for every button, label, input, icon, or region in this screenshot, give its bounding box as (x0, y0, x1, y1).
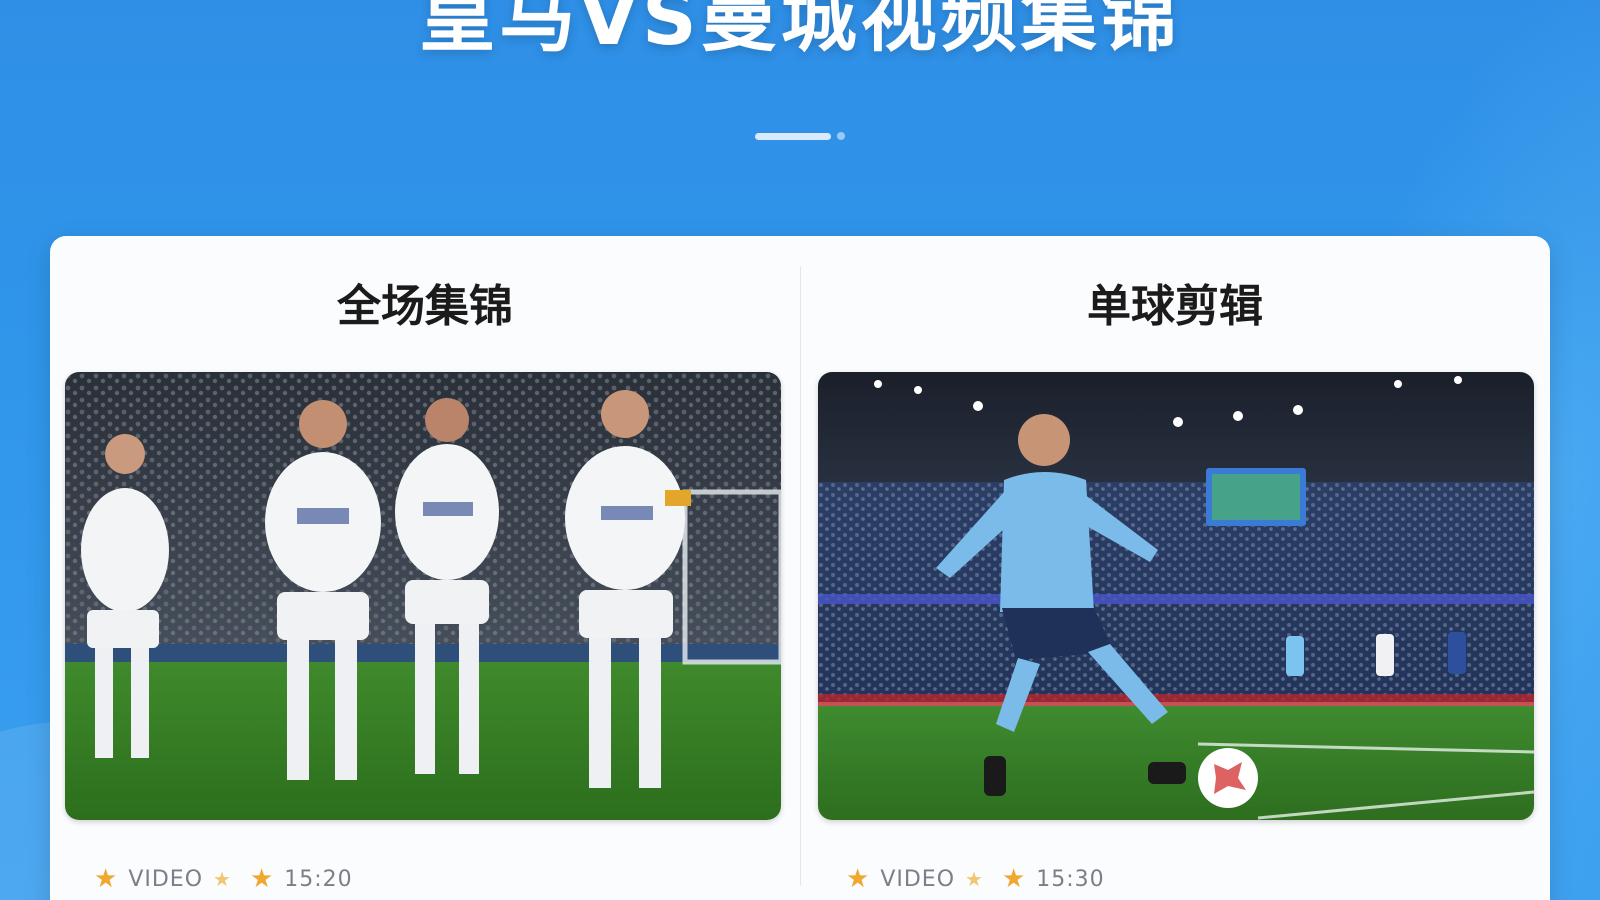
video-thumbnail[interactable] (818, 372, 1534, 820)
video-card-single-goal-clip[interactable]: 单球剪辑 ★ VIDEO ★ ★ 15:30 (800, 236, 1550, 900)
video-meta: ★ VIDEO ★ ★ 15:20 (94, 866, 353, 892)
page-title: 皇马VS曼城视频集锦 (419, 0, 1181, 62)
video-type-label: VIDEO (880, 866, 956, 892)
carousel-pager[interactable] (0, 131, 1600, 141)
star-icon: ★ (94, 864, 119, 894)
video-duration: 15:20 (284, 866, 353, 892)
star-icon: ★ (1001, 864, 1027, 894)
video-card-full-highlights[interactable]: 全场集锦 ★ VIDEO ★ ★ 15:20 (50, 236, 800, 900)
video-thumbnail[interactable] (65, 372, 781, 820)
page: 皇马VS曼城视频集锦 全场集锦 ★ VIDEO ★ ★ 15:20 单球剪辑 ★… (0, 0, 1600, 900)
star-icon: ★ (965, 867, 984, 891)
highlights-panel: 全场集锦 ★ VIDEO ★ ★ 15:20 单球剪辑 ★ VIDEO ★ ★ … (50, 236, 1550, 900)
video-type-label: VIDEO (128, 866, 204, 892)
star-icon: ★ (213, 867, 232, 891)
pager-active-indicator[interactable] (755, 132, 831, 140)
video-duration: 15:30 (1036, 866, 1105, 892)
star-icon: ★ (846, 864, 871, 894)
star-icon: ★ (249, 864, 275, 894)
video-meta: ★ VIDEO ★ ★ 15:30 (846, 866, 1105, 892)
match-photo-real-madrid (65, 372, 781, 820)
match-photo-man-city (818, 372, 1534, 820)
card-title: 单球剪辑 (1087, 281, 1263, 332)
pager-dot[interactable] (837, 132, 845, 140)
card-title: 全场集锦 (337, 281, 513, 332)
